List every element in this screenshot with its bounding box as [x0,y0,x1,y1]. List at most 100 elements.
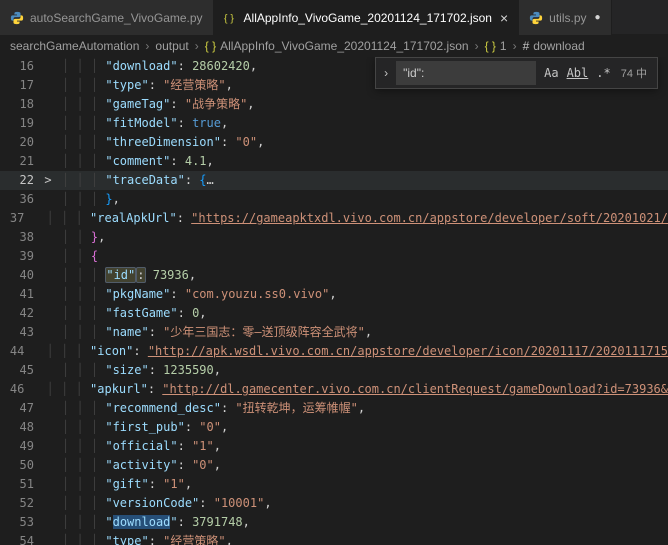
code-line[interactable]: 53│ │ │ "download": 3791748, [0,513,668,532]
line-number: 16 [0,57,38,76]
line-number: 50 [0,456,38,475]
chevron-right-icon[interactable]: › [380,66,392,80]
code-content[interactable]: │ │ │ "traceData": {… [58,171,668,190]
find-widget: › Aa Abl .* 74 中 [375,57,658,89]
code-content[interactable]: │ │ │ "download": 3791748, [58,513,668,532]
code-content[interactable]: │ │ │ "activity": "0", [58,456,668,475]
breadcrumb-seg[interactable]: searchGameAutomation [10,39,139,53]
code-line[interactable]: 50 │ │ │ "activity": "0", [0,456,668,475]
fold-gutter [38,361,58,380]
code-content[interactable]: │ │ │ "recommend_desc": "扭转乾坤，运筹帷幄", [58,399,668,418]
code-line[interactable]: 47│ │ │ "recommend_desc": "扭转乾坤，运筹帷幄", [0,399,668,418]
code-content[interactable]: │ │ │ "official": "1", [58,437,668,456]
code-line[interactable]: 44 │ │ │ "icon": "http://apk.wsdl.vivo.co… [0,342,668,361]
fold-gutter [38,437,58,456]
fold-gutter [38,475,58,494]
line-number: 18 [0,95,38,114]
code-line[interactable]: 18 │ │ │ "gameTag": "战争策略", [0,95,668,114]
fold-gutter [28,209,42,228]
code-content[interactable]: │ │ │ "first_pub": "0", [58,418,668,437]
code-line[interactable]: 48 │ │ │ "first_pub": "0", [0,418,668,437]
code-content[interactable]: │ │ │ "icon": "http://apk.wsdl.vivo.com.… [43,342,668,361]
code-content[interactable]: │ │ │ "versionCode": "10001", [58,494,668,513]
line-number: 42 [0,304,38,323]
line-number: 20 [0,133,38,152]
line-number: 44 [0,342,28,361]
line-number: 51 [0,475,38,494]
code-content[interactable]: │ │ │ "pkgName": "com.youzu.ss0.vivo", [58,285,668,304]
code-content[interactable]: │ │ │ "apkurl": "http://dl.gamecenter.vi… [43,380,668,399]
close-icon[interactable]: × [500,10,508,26]
code-line[interactable]: 40 │ │ │ "id": 73936, [0,266,668,285]
code-content[interactable]: │ │ │ }, [58,190,668,209]
search-input[interactable] [396,61,536,85]
breadcrumb-seg[interactable]: 1 [500,39,507,53]
code-content[interactable]: │ │ │ "fastGame": 0, [58,304,668,323]
find-results: 74 中 [621,65,647,81]
code-line[interactable]: 41│ │ │ "pkgName": "com.youzu.ss0.vivo", [0,285,668,304]
word-toggle[interactable]: Abl [563,66,593,80]
chevron-right-icon: › [513,39,517,53]
fold-gutter [38,323,58,342]
fold-gutter[interactable]: > [38,171,58,190]
code-line[interactable]: 20 │ │ │ "threeDimension": "0", [0,133,668,152]
line-number: 19 [0,114,38,133]
breadcrumb[interactable]: searchGameAutomation › output › { } AllA… [0,35,668,57]
line-number: 21 [0,152,38,171]
breadcrumb-seg[interactable]: AllAppInfo_VivoGame_20201124_171702.json [220,39,468,53]
tab-python-file[interactable]: autoSearchGame_VivoGame.py [0,0,214,35]
line-number: 49 [0,437,38,456]
code-content[interactable]: │ │ │ "size": 1235590, [58,361,668,380]
code-content[interactable]: │ │ │ "comment": 4.1, [58,152,668,171]
chevron-right-icon: › [475,39,479,53]
line-number: 43 [0,323,38,342]
tab-python-file-2[interactable]: utils.py ● [519,0,611,35]
code-content[interactable]: │ │ │ "type": "经营策略", [58,532,668,545]
breadcrumb-seg[interactable]: download [533,39,584,53]
code-content[interactable]: │ │ │ "gift": "1", [58,475,668,494]
code-content[interactable]: │ │ │ "fitModel": true, [58,114,668,133]
code-line[interactable]: 54│ │ │ "type": "经营策略", [0,532,668,545]
fold-gutter [38,532,58,545]
line-number: 22 [0,171,38,190]
code-line[interactable]: 36 │ │ │ }, [0,190,668,209]
tab-json-file[interactable]: { } AllAppInfo_VivoGame_20201124_171702.… [214,0,520,35]
json-icon: { } [224,11,238,25]
fold-gutter [38,76,58,95]
line-number: 46 [0,380,28,399]
code-editor[interactable]: › Aa Abl .* 74 中 16│ │ │ "download": 286… [0,57,668,545]
code-line[interactable]: 22>│ │ │ "traceData": {… [0,171,668,190]
code-content[interactable]: │ │ │ "threeDimension": "0", [58,133,668,152]
code-line[interactable]: 43 │ │ │ "name": "少年三国志：零–送顶级阵容全武将", [0,323,668,342]
fold-gutter [38,228,58,247]
line-number: 40 [0,266,38,285]
code-content[interactable]: │ │ │ "realApkUrl": "https://gameapktxdl… [43,209,668,228]
code-line[interactable]: 45│ │ │ "size": 1235590, [0,361,668,380]
code-content[interactable]: │ │ }, [58,228,668,247]
breadcrumb-seg[interactable]: output [155,39,188,53]
code-content[interactable]: │ │ │ "gameTag": "战争策略", [58,95,668,114]
code-content[interactable]: │ │ { [58,247,668,266]
modified-icon: ● [595,12,601,23]
code-line[interactable]: 38│ │ }, [0,228,668,247]
code-line[interactable]: 39│ │ { [0,247,668,266]
code-content[interactable]: │ │ │ "name": "少年三国志：零–送顶级阵容全武将", [58,323,668,342]
fold-gutter [38,418,58,437]
code-line[interactable]: 42 │ │ │ "fastGame": 0, [0,304,668,323]
json-icon: { } [205,39,216,53]
fold-gutter [38,114,58,133]
code-line[interactable]: 51 │ │ │ "gift": "1", [0,475,668,494]
regex-toggle[interactable]: .* [592,66,614,80]
code-line[interactable]: 49 │ │ │ "official": "1", [0,437,668,456]
code-line[interactable]: 46 │ │ │ "apkurl": "http://dl.gamecenter.… [0,380,668,399]
case-toggle[interactable]: Aa [540,66,562,80]
line-number: 48 [0,418,38,437]
code-content[interactable]: │ │ │ "id": 73936, [58,266,668,285]
line-number: 36 [0,190,38,209]
code-line[interactable]: 52 │ │ │ "versionCode": "10001", [0,494,668,513]
line-number: 52 [0,494,38,513]
line-number: 37 [0,209,28,228]
code-line[interactable]: 21 │ │ │ "comment": 4.1, [0,152,668,171]
code-line[interactable]: 37 │ │ │ "realApkUrl": "https://gameapktx… [0,209,668,228]
code-line[interactable]: 19 │ │ │ "fitModel": true, [0,114,668,133]
